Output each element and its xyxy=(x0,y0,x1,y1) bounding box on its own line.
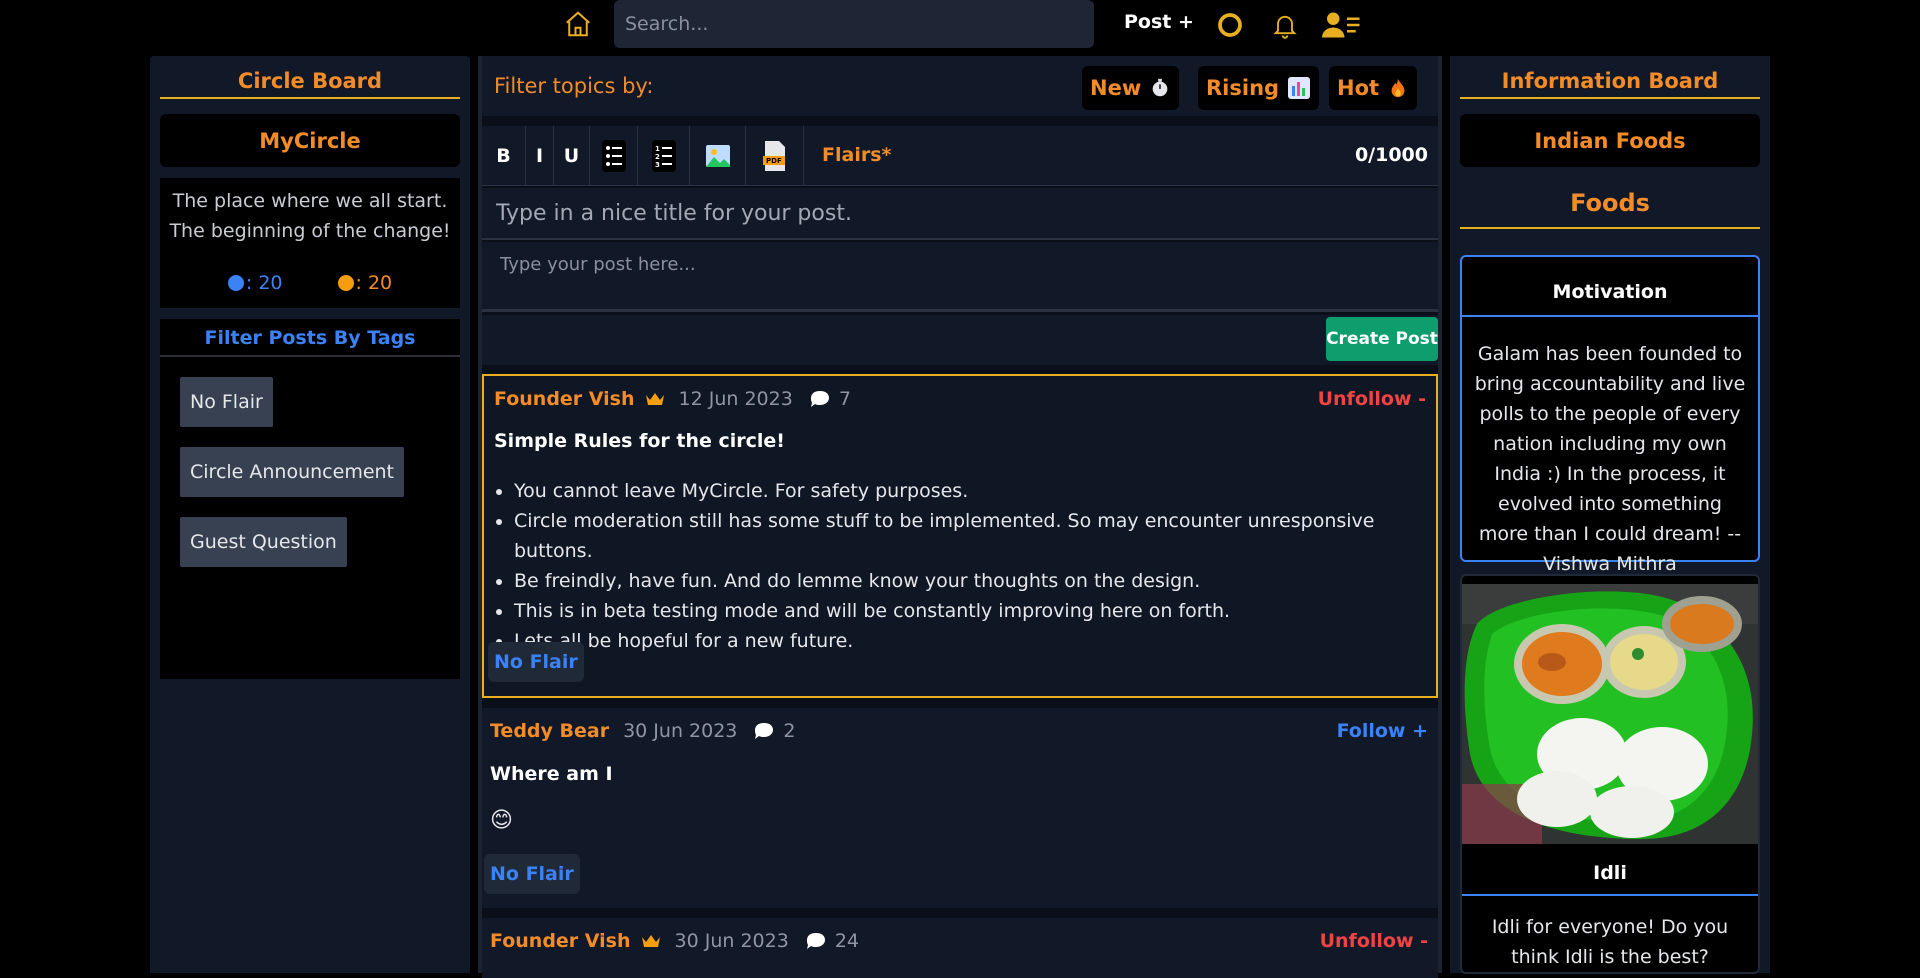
crown-icon xyxy=(645,393,664,405)
post-comments[interactable]: 24 xyxy=(805,930,859,952)
pdf-icon[interactable]: PDF xyxy=(746,126,804,186)
svg-text:1: 1 xyxy=(655,145,660,153)
foods-section-title: Foods xyxy=(1460,189,1760,229)
image-icon[interactable] xyxy=(690,126,746,186)
post-header: Founder Vish 12 Jun 2023 7 xyxy=(494,388,851,410)
numbered-list-icon[interactable]: 123 xyxy=(638,126,690,186)
circle-desc-line1: The place where we all start. xyxy=(172,190,448,212)
user-menu-icon[interactable] xyxy=(1322,8,1362,42)
board-name[interactable]: Indian Foods xyxy=(1460,114,1760,167)
information-board-title: Information Board xyxy=(1460,69,1760,99)
circle-board-title: Circle Board xyxy=(160,69,460,99)
post-card: Teddy Bear 30 Jun 2023 2 Follow + Where … xyxy=(482,708,1438,908)
follow-button[interactable]: Follow + xyxy=(1337,720,1428,742)
orange-stat: : 20 xyxy=(337,268,392,298)
information-board-panel: Information Board Indian Foods Foods Mot… xyxy=(1450,56,1770,974)
motivation-text: Galam has been founded to bring accounta… xyxy=(1474,343,1746,575)
motivation-title: Motivation xyxy=(1462,257,1758,317)
svg-text:2: 2 xyxy=(655,153,660,161)
post-flair[interactable]: No Flair xyxy=(484,854,580,894)
idli-image xyxy=(1462,584,1758,844)
tag-circle-announcement[interactable]: Circle Announcement xyxy=(180,447,405,497)
blue-stat: : 20 xyxy=(227,268,283,298)
comment-icon xyxy=(755,723,774,739)
post-card: Founder Vish 30 Jun 2023 24 Unfollow - xyxy=(482,918,1438,978)
post-card: Founder Vish 12 Jun 2023 7 Unfollow - Si… xyxy=(482,374,1438,698)
main-feed: Filter topics by: New Rising Hot B I U 1… xyxy=(478,56,1442,978)
circle-name[interactable]: MyCircle xyxy=(160,114,460,167)
filter-label: Filter topics by: xyxy=(494,74,654,98)
post-body-input[interactable] xyxy=(482,242,1438,312)
create-post-row: Create Post xyxy=(482,315,1438,365)
unfollow-button[interactable]: Unfollow - xyxy=(1320,930,1428,952)
sort-hot-button[interactable]: Hot xyxy=(1329,66,1418,110)
editor-toolbar: B I U 123 PDF Flairs* 0/1000 xyxy=(482,126,1438,186)
motivation-card: Motivation Galam has been founded to bri… xyxy=(1460,255,1760,575)
support-icon[interactable] xyxy=(1213,8,1247,42)
circle-desc-line2: The beginning of the change! xyxy=(169,220,451,242)
svg-text:3: 3 xyxy=(655,161,660,169)
post-bullet: This is in beta testing mode and will be… xyxy=(514,596,1436,626)
post-body: 😊 xyxy=(490,808,513,833)
food-card: Idli Idli for everyone! Do you think Idl… xyxy=(1460,574,1760,974)
circle-description: The place where we all start. The beginn… xyxy=(160,178,460,308)
italic-button[interactable]: I xyxy=(526,126,554,186)
post-bullet: Be freindly, have fun. And do lemme know… xyxy=(514,566,1436,596)
tag-guest-question[interactable]: Guest Question xyxy=(180,517,347,567)
orange-dot-icon xyxy=(337,275,354,291)
post-author[interactable]: Founder Vish xyxy=(494,388,635,410)
post-title-input[interactable] xyxy=(482,188,1438,240)
post-bullet: Lets all be hopeful for a new future. xyxy=(514,626,1436,656)
post-header: Teddy Bear 30 Jun 2023 2 xyxy=(490,720,795,742)
stopwatch-icon xyxy=(1152,78,1168,97)
post-author[interactable]: Teddy Bear xyxy=(490,720,609,742)
topic-filter-bar: Filter topics by: New Rising Hot xyxy=(482,56,1438,116)
flairs-selector[interactable]: Flairs* xyxy=(822,144,891,166)
sort-rising-button[interactable]: Rising xyxy=(1198,66,1320,110)
food-name: Idli xyxy=(1462,862,1758,896)
post-bullet: Circle moderation still has some stuff t… xyxy=(514,506,1436,566)
sort-new-button[interactable]: New xyxy=(1082,66,1180,110)
chart-icon xyxy=(1288,77,1311,99)
post-body: You cannot leave MyCircle. For safety pu… xyxy=(494,476,1436,656)
crown-icon xyxy=(641,935,660,947)
blue-dot-icon xyxy=(227,275,244,291)
circle-board-panel: Circle Board MyCircle The place where we… xyxy=(150,56,470,973)
create-post-button[interactable]: Create Post xyxy=(1326,317,1438,361)
post-bullet: You cannot leave MyCircle. For safety pu… xyxy=(514,476,1436,506)
fire-icon xyxy=(1391,78,1405,98)
home-icon[interactable] xyxy=(561,7,595,41)
post-title: Simple Rules for the circle! xyxy=(494,430,785,452)
post-comments[interactable]: 7 xyxy=(809,388,851,410)
post-flair[interactable]: No Flair xyxy=(488,642,584,682)
tag-filter-panel: Filter Posts By Tags No Flair Circle Ann… xyxy=(160,319,460,679)
circle-stats: : 20 : 20 xyxy=(160,268,460,298)
search-input[interactable] xyxy=(614,0,1094,48)
post-header: Founder Vish 30 Jun 2023 24 xyxy=(490,930,859,952)
post-date: 12 Jun 2023 xyxy=(678,388,793,410)
top-navbar: Post + xyxy=(0,0,1920,50)
tag-filter-title: Filter Posts By Tags xyxy=(160,319,460,357)
post-date: 30 Jun 2023 xyxy=(623,720,738,742)
tag-no-flair[interactable]: No Flair xyxy=(180,377,273,427)
bell-icon[interactable] xyxy=(1268,8,1302,42)
svg-text:PDF: PDF xyxy=(766,157,782,165)
post-author[interactable]: Founder Vish xyxy=(490,930,631,952)
post-comments[interactable]: 2 xyxy=(753,720,795,742)
food-description: Idli for everyone! Do you think Idli is … xyxy=(1491,916,1729,968)
comment-icon xyxy=(806,933,825,949)
underline-button[interactable]: U xyxy=(554,126,590,186)
bold-button[interactable]: B xyxy=(482,126,526,186)
post-title: Where am I xyxy=(490,763,613,785)
unfollow-button[interactable]: Unfollow - xyxy=(1318,388,1426,410)
post-date: 30 Jun 2023 xyxy=(674,930,789,952)
char-count: 0/1000 xyxy=(1354,144,1428,166)
new-post-button[interactable]: Post + xyxy=(1124,11,1194,33)
bullet-list-icon[interactable] xyxy=(590,126,638,186)
comment-icon xyxy=(810,391,829,407)
